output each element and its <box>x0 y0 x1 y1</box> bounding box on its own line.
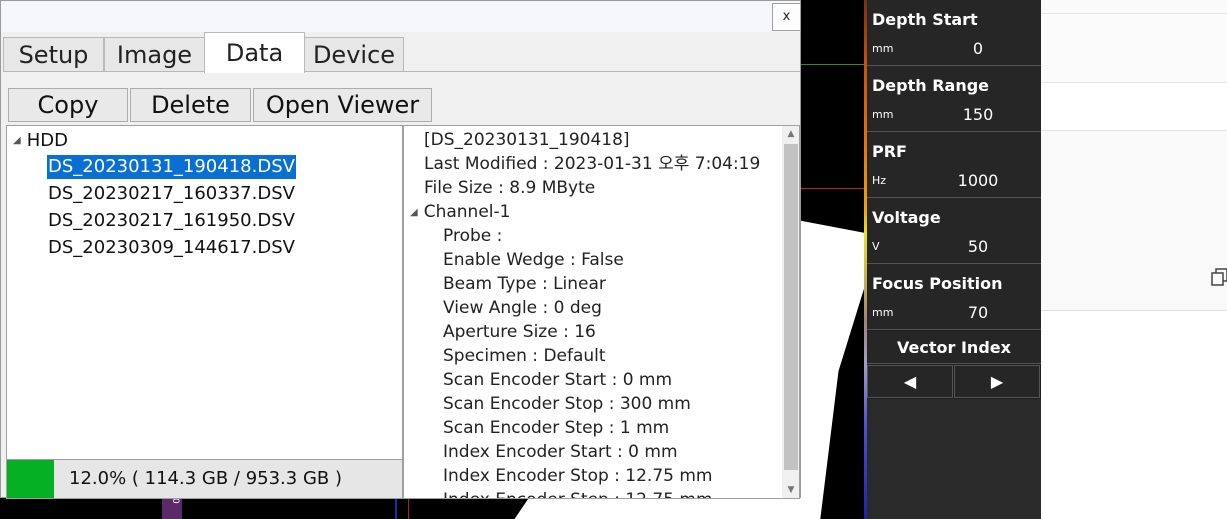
background-window-band <box>1041 14 1227 82</box>
file-info-panel[interactable]: [DS_20230131_190418] Last Modified : 202… <box>403 125 800 499</box>
panel-empty-area <box>867 399 1041 519</box>
vector-prev-button[interactable]: ◀ <box>867 365 953 398</box>
channel-property: Scan Encoder Stop : 300 mm <box>443 394 691 414</box>
info-last-modified: Last Modified : 2023-01-31 오후 7:04:19 <box>424 154 761 174</box>
channel-property: Index Encoder Stop : 12.75 mm <box>443 466 713 486</box>
cursor-line-red <box>408 497 409 519</box>
cursor-line-blue <box>395 497 397 519</box>
tab-setup[interactable]: Setup <box>3 37 104 72</box>
param-value: 150 <box>962 105 994 124</box>
close-button[interactable]: x <box>772 3 801 31</box>
screen: 0 x Setup Image Data Device Copy Delete … <box>0 0 1227 519</box>
info-channel-node[interactable]: ◢ Channel-1 <box>410 200 510 225</box>
copy-icon[interactable] <box>1211 268 1227 286</box>
channel-property: Probe : <box>443 226 503 246</box>
param-unit: mm <box>872 42 894 55</box>
gate-line-green <box>800 64 864 65</box>
channel-property: View Angle : 0 deg <box>443 298 602 318</box>
param-depth-start[interactable]: Depth Start mm 0 <box>867 0 1041 66</box>
vector-next-button[interactable]: ▶ <box>954 365 1040 398</box>
channel-property: Aperture Size : 16 <box>443 322 596 342</box>
param-title: Depth Range <box>872 76 990 95</box>
channel-property: Enable Wedge : False <box>443 250 624 270</box>
tab-image[interactable]: Image <box>104 37 205 72</box>
param-title: Depth Start <box>872 10 978 29</box>
param-unit: mm <box>872 306 894 319</box>
param-title: Voltage <box>872 208 941 227</box>
vector-index-title: Vector Index <box>867 331 1041 364</box>
info-file-size: File Size : 8.9 MByte <box>424 178 596 198</box>
tree-item-file[interactable]: DS_20230217_161950.DSV <box>47 209 296 233</box>
param-prf[interactable]: PRF Hz 1000 <box>867 132 1041 198</box>
tab-divider <box>3 71 800 72</box>
param-title: PRF <box>872 142 907 161</box>
tree-root-hdd[interactable]: ◢ HDD <box>13 130 68 151</box>
file-tree[interactable]: ◢ HDD DS_20230131_190418.DSV DS_20230217_… <box>6 125 403 499</box>
divider <box>1041 82 1227 83</box>
expand-arrow-icon[interactable]: ◢ <box>410 207 418 218</box>
channel-property: Index Encoder Step : 12.75 mm <box>443 488 713 498</box>
param-value: 0 <box>972 39 984 58</box>
channel-property: Scan Encoder Step : 1 mm <box>443 418 670 438</box>
background-window-band <box>1041 131 1227 310</box>
channel-property: Scan Encoder Start : 0 mm <box>443 370 673 390</box>
storage-usage-fill <box>7 460 55 498</box>
data-dialog: x Setup Image Data Device Copy Delete Op… <box>0 0 801 499</box>
tree-item-file[interactable]: DS_20230309_144617.DSV <box>47 236 296 260</box>
tab-device[interactable]: Device <box>304 37 404 72</box>
param-value: 70 <box>967 303 989 322</box>
param-unit: Hz <box>872 174 887 187</box>
parameter-panel: Depth Start mm 0 Depth Range mm 150 PRF … <box>864 0 1041 519</box>
scroll-up-icon[interactable]: ▲ <box>782 126 799 142</box>
channel-property: Index Encoder Start : 0 mm <box>443 442 678 462</box>
param-unit: mm <box>872 108 894 121</box>
tab-data[interactable]: Data <box>204 32 305 73</box>
channel-property: Beam Type : Linear <box>443 274 606 294</box>
channel-property: Specimen : Default <box>443 346 606 366</box>
background-window <box>1041 0 1227 519</box>
param-value: 1000 <box>957 171 999 190</box>
param-depth-range[interactable]: Depth Range mm 150 <box>867 66 1041 132</box>
info-channel-label: Channel-1 <box>423 202 511 222</box>
dialog-titlebar: x <box>1 1 801 32</box>
background-window-top <box>1041 0 1227 14</box>
param-value: 50 <box>967 237 989 256</box>
expand-arrow-icon[interactable]: ◢ <box>13 135 21 146</box>
delete-button[interactable]: Delete <box>130 88 251 122</box>
open-viewer-button[interactable]: Open Viewer <box>253 88 432 122</box>
param-focus-position[interactable]: Focus Position mm 70 <box>867 264 1041 330</box>
storage-usage-bar: 12.0% ( 114.3 GB / 953.3 GB ) <box>6 459 403 499</box>
param-unit: V <box>872 240 880 253</box>
info-scrollbar[interactable]: ▲ ▼ <box>782 126 799 498</box>
tree-root-label: HDD <box>26 130 68 151</box>
scroll-thumb[interactable] <box>784 144 798 470</box>
info-header: [DS_20230131_190418] <box>424 130 630 150</box>
param-title: Focus Position <box>872 274 1003 293</box>
tree-item-file[interactable]: DS_20230217_160337.DSV <box>47 182 296 206</box>
gate-line-red <box>800 188 864 189</box>
divider <box>1041 310 1227 311</box>
param-voltage[interactable]: Voltage V 50 <box>867 198 1041 264</box>
copy-button[interactable]: Copy <box>8 88 128 122</box>
scroll-down-icon[interactable]: ▼ <box>782 482 799 498</box>
storage-usage-text: 12.0% ( 114.3 GB / 953.3 GB ) <box>69 468 342 489</box>
tree-item-file[interactable]: DS_20230131_190418.DSV <box>47 155 296 179</box>
tab-bar: Setup Image Data Device <box>3 32 800 73</box>
